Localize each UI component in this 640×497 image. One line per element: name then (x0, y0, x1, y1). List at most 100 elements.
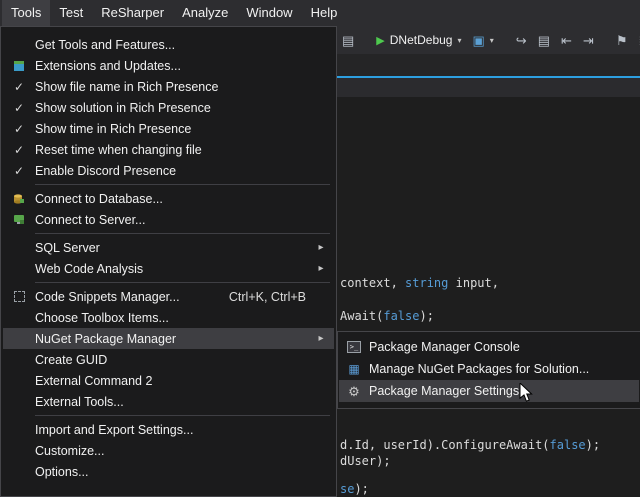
menu-item-label: Show file name in Rich Presence (35, 80, 218, 94)
package-glyph: ▦ (348, 362, 359, 376)
menu-item-label: Enable Discord Presence (35, 164, 176, 178)
menu-item-customize[interactable]: Customize... (3, 440, 334, 461)
menubar-item-help[interactable]: Help (302, 0, 347, 26)
menu-item-reset-time-when-changing-file[interactable]: ✓ Reset time when changing file (3, 139, 334, 160)
code-text: Await( (340, 309, 383, 323)
menu-item-label: Choose Toolbox Items... (35, 311, 169, 325)
menu-separator (35, 184, 330, 185)
code-text: d.Id, userId).ConfigureAwait( (340, 438, 550, 452)
tool-icon: ▣ (472, 34, 484, 47)
menu-item-nuget-package-manager[interactable]: NuGet Package Manager ▸ (3, 328, 334, 349)
menu-item-label: NuGet Package Manager (35, 332, 176, 346)
check-glyph: ✓ (14, 101, 24, 115)
start-debug-button[interactable]: ▶ DNetDebug ▾ (376, 33, 461, 47)
code-keyword: string (405, 276, 448, 290)
code-line: se); (340, 482, 369, 496)
tools-menu: Get Tools and Features... Extensions and… (0, 26, 337, 497)
check-glyph: ✓ (14, 164, 24, 178)
check-glyph: ✓ (14, 143, 24, 157)
menu-item-web-code-analysis[interactable]: Web Code Analysis ▸ (3, 258, 334, 279)
submenu-item-package-manager-settings[interactable]: ⚙ Package Manager Settings (339, 380, 639, 402)
menu-separator (35, 415, 330, 416)
menubar-item-tools[interactable]: Tools (2, 0, 50, 26)
menu-item-get-tools-and-features[interactable]: Get Tools and Features... (3, 34, 334, 55)
menu-item-label: Import and Export Settings... (35, 423, 193, 437)
menu-item-create-guid[interactable]: Create GUID (3, 349, 334, 370)
menu-item-label: Reset time when changing file (35, 143, 202, 157)
menu-item-choose-toolbox-items[interactable]: Choose Toolbox Items... (3, 307, 334, 328)
code-line: d.Id, userId).ConfigureAwait(false); (340, 438, 600, 452)
dashed-box-icon (14, 291, 25, 302)
submenu-arrow-icon: ▸ (312, 333, 330, 344)
bookmark-icon[interactable]: ⚑ (616, 34, 628, 47)
submenu-item-package-manager-console[interactable]: >_ Package Manager Console (339, 336, 639, 358)
check-glyph: ✓ (14, 122, 24, 136)
code-line: context, string input, (340, 276, 499, 290)
code-text: ); (586, 438, 600, 452)
code-keyword: se (340, 482, 354, 496)
menu-item-external-command-2[interactable]: External Command 2 (3, 370, 334, 391)
checkmark-icon: ✓ (3, 122, 35, 136)
server-icon (3, 214, 35, 226)
menu-item-options[interactable]: Options... (3, 461, 334, 482)
menu-separator (35, 282, 330, 283)
menu-item-label: Options... (35, 465, 89, 479)
submenu-arrow-icon: ▸ (312, 263, 330, 274)
chevron-down-icon: ▾ (490, 36, 494, 45)
checkmark-icon: ✓ (3, 101, 35, 115)
menu-separator (35, 233, 330, 234)
snippets-icon (3, 291, 35, 302)
menu-item-label: Show time in Rich Presence (35, 122, 191, 136)
code-text: ); (419, 309, 433, 323)
tool-dropdown-button[interactable]: ▣ ▾ (472, 34, 493, 47)
document-icon[interactable]: ▤ (538, 34, 550, 47)
menu-item-label: Code Snippets Manager... (35, 290, 180, 304)
menu-item-import-export-settings[interactable]: Import and Export Settings... (3, 419, 334, 440)
submenu-item-label: Package Manager Console (369, 340, 520, 354)
chevron-down-icon[interactable]: ▾ (457, 36, 461, 45)
menu-item-connect-to-server[interactable]: Connect to Server... (3, 209, 334, 230)
menu-bar: Tools Test ReSharper Analyze Window Help (0, 0, 640, 26)
gear-glyph: ⚙ (348, 385, 360, 398)
checkmark-icon: ✓ (3, 80, 35, 94)
code-text: ); (354, 482, 368, 496)
menu-item-show-file-name-rich-presence[interactable]: ✓ Show file name in Rich Presence (3, 76, 334, 97)
menu-item-connect-to-database[interactable]: Connect to Database... (3, 188, 334, 209)
submenu-item-label: Package Manager Settings (369, 384, 519, 398)
menu-item-label: External Tools... (35, 395, 124, 409)
menu-item-enable-discord-presence[interactable]: ✓ Enable Discord Presence (3, 160, 334, 181)
extensions-icon (3, 60, 35, 72)
navigate-icon[interactable]: ↪ (516, 34, 527, 47)
menubar-item-window[interactable]: Window (237, 0, 301, 26)
paste-icon[interactable]: ▤ (342, 34, 354, 47)
menubar-item-test[interactable]: Test (50, 0, 92, 26)
menu-item-label: Create GUID (35, 353, 107, 367)
checkmark-icon: ✓ (3, 143, 35, 157)
menu-item-label: External Command 2 (35, 374, 152, 388)
indent-decrease-icon[interactable]: ⇤ (561, 34, 572, 47)
menu-item-external-tools[interactable]: External Tools... (3, 391, 334, 412)
menubar-item-resharper[interactable]: ReSharper (92, 0, 173, 26)
code-keyword: false (383, 309, 419, 323)
play-icon: ▶ (376, 34, 384, 47)
gear-icon: ⚙ (339, 385, 369, 398)
menu-item-label: Get Tools and Features... (35, 38, 175, 52)
console-icon: >_ (339, 341, 369, 353)
nuget-submenu: >_ Package Manager Console ▦ Manage NuGe… (337, 331, 640, 409)
vs-window: Tools Test ReSharper Analyze Window Help… (0, 0, 640, 497)
submenu-item-manage-nuget-packages[interactable]: ▦ Manage NuGet Packages for Solution... (339, 358, 639, 380)
menu-item-label: Extensions and Updates... (35, 59, 181, 73)
menu-item-show-time-rich-presence[interactable]: ✓ Show time in Rich Presence (3, 118, 334, 139)
indent-increase-icon[interactable]: ⇥ (583, 34, 594, 47)
menu-item-code-snippets-manager[interactable]: Code Snippets Manager... Ctrl+K, Ctrl+B (3, 286, 334, 307)
menu-item-extensions-and-updates[interactable]: Extensions and Updates... (3, 55, 334, 76)
checkmark-icon: ✓ (3, 164, 35, 178)
database-icon (3, 193, 35, 205)
code-text: dUser); (340, 454, 391, 468)
menu-item-show-solution-rich-presence[interactable]: ✓ Show solution in Rich Presence (3, 97, 334, 118)
code-line: Await(false); (340, 309, 434, 323)
menu-item-label: Connect to Database... (35, 192, 163, 206)
menubar-item-analyze[interactable]: Analyze (173, 0, 237, 26)
menu-item-sql-server[interactable]: SQL Server ▸ (3, 237, 334, 258)
menu-item-label: Web Code Analysis (35, 262, 143, 276)
